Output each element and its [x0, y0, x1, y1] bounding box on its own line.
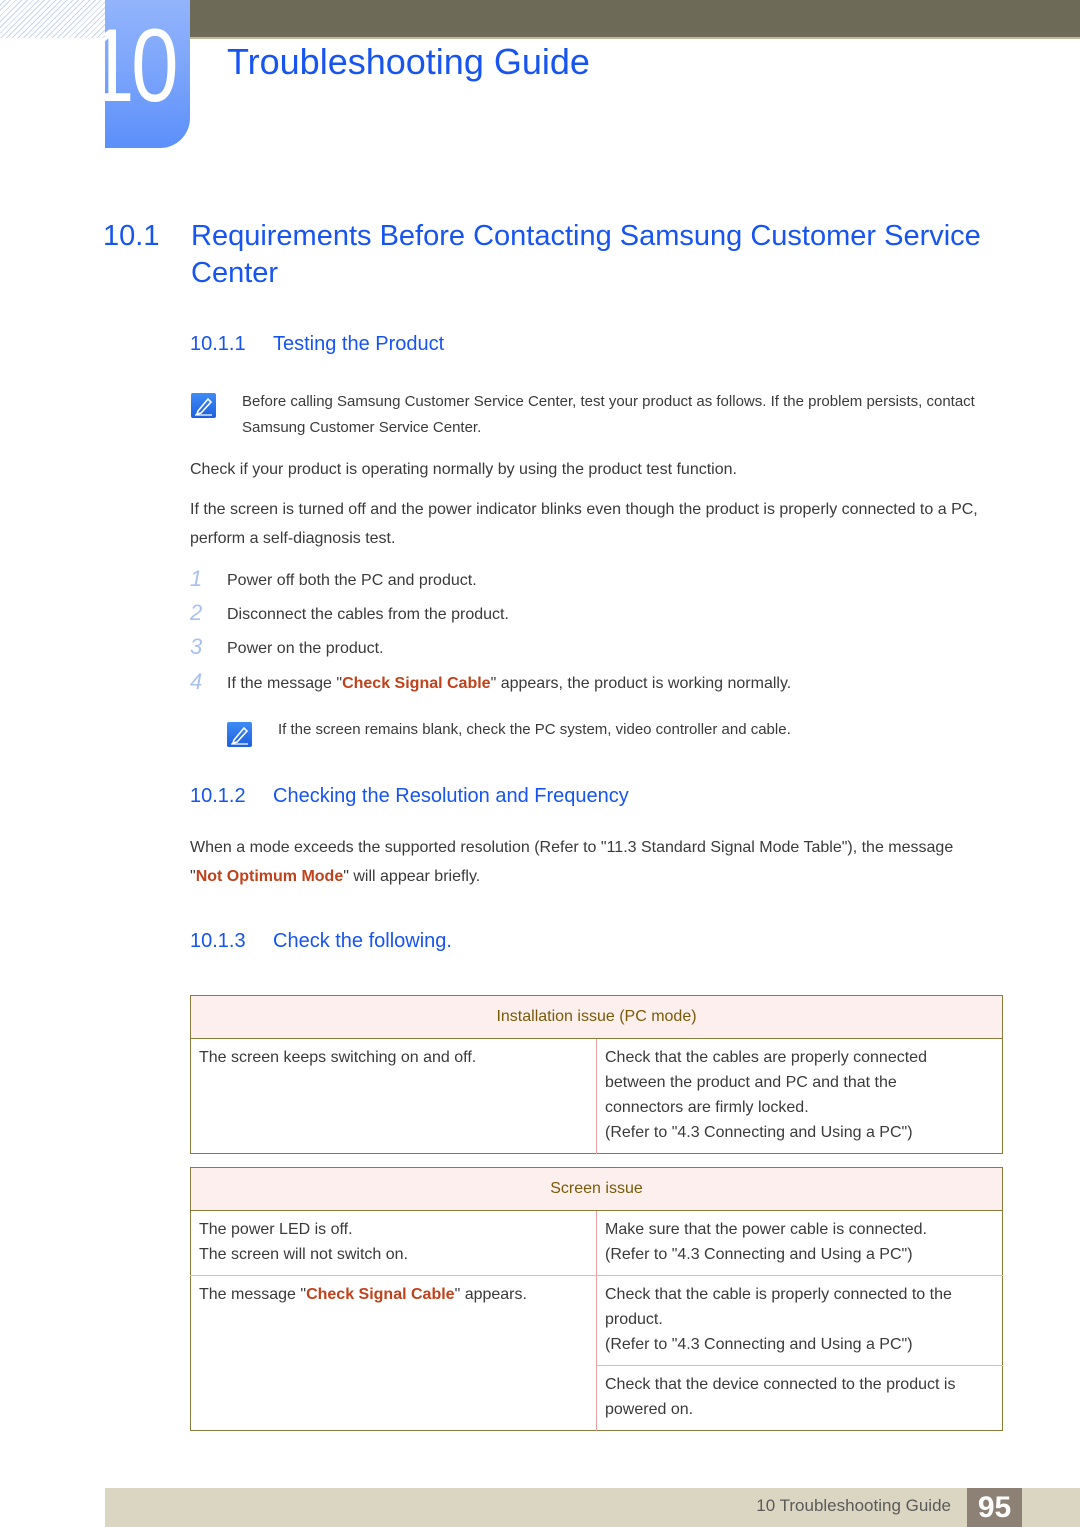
solution-cell: Check that the cable is properly connect… [596, 1275, 1003, 1366]
solution-line: Check that the cable is properly connect… [605, 1286, 952, 1303]
footer-chapter-label: 10 Troubleshooting Guide [756, 1496, 951, 1515]
subsection-heading-testing: 10.1.1 Testing the Product [190, 333, 444, 356]
paragraph-test-function: Check if your product is operating norma… [190, 461, 737, 478]
note-pencil-icon [191, 393, 216, 418]
section-number: 10.1 [103, 220, 160, 252]
step-number: 1 [190, 566, 203, 591]
problem-cell: The message "Check Signal Cable" appears… [190, 1275, 597, 1431]
chapter-number: 10 [105, 8, 179, 124]
solution-line: powered on. [605, 1401, 694, 1418]
subsection-number: 10.1.3 [190, 930, 246, 952]
solution-cell: Check that the cables are properly conne… [597, 1039, 1003, 1154]
chapter-title: Troubleshooting Guide [227, 41, 590, 82]
step-text-post: " appears, the product is working normal… [490, 675, 792, 692]
step-text: If the message "Check Signal Cable" appe… [227, 675, 791, 693]
problem-text-post: " appears. [454, 1286, 527, 1303]
chapter-number-block: 10 [105, 0, 190, 148]
paragraph-text-post: " will appear briefly. [343, 868, 481, 885]
table-header: Screen issue [190, 1167, 1003, 1211]
paragraph-resolution: When a mode exceeds the supported resolu… [190, 833, 980, 891]
step-text: Power off both the PC and product. [227, 572, 477, 589]
problem-text-pre: The message " [199, 1286, 307, 1303]
note-pencil-icon [227, 722, 252, 747]
solution-line: (Refer to "4.3 Connecting and Using a PC… [605, 1246, 913, 1263]
page-number: 95 [967, 1488, 1022, 1527]
table-header: Installation issue (PC mode) [190, 995, 1003, 1039]
solution-line: between the product and PC and that the [605, 1074, 897, 1091]
section-title: Requirements Before Contacting Samsung C… [191, 220, 981, 289]
problem-line: The power LED is off. [199, 1221, 353, 1238]
problem-cell: The screen keeps switching on and off. [190, 1038, 597, 1154]
highlight-check-signal-cable: Check Signal Cable [306, 1286, 455, 1303]
subsection-number: 10.1.2 [190, 785, 246, 807]
step-number: 3 [190, 634, 203, 659]
solution-line: Make sure that the power cable is connec… [605, 1221, 927, 1238]
section-heading: 10.1 Requirements Before Contacting Sams… [103, 218, 1003, 292]
paragraph-self-diagnosis: If the screen is turned off and the powe… [190, 501, 978, 547]
step-text: Disconnect the cables from the product. [227, 606, 509, 623]
installation-issue-table: Installation issue (PC mode) The screen … [190, 995, 1003, 1154]
table-row: The power LED is off. The screen will no… [190, 1210, 1003, 1276]
solution-line: product. [605, 1311, 663, 1328]
subsection-heading-check-following: 10.1.3 Check the following. [190, 930, 452, 953]
table-row: The message "Check Signal Cable" appears… [190, 1275, 1003, 1431]
problem-cell: The power LED is off. The screen will no… [190, 1210, 597, 1276]
solution-cell: Make sure that the power cable is connec… [596, 1210, 1003, 1276]
subsection-heading-resolution: 10.1.2 Checking the Resolution and Freque… [190, 785, 629, 808]
step-number: 4 [190, 669, 203, 694]
step-note-text: If the screen remains blank, check the P… [278, 721, 791, 738]
step-text: Power on the product. [227, 640, 384, 657]
subsection-number: 10.1.1 [190, 333, 246, 355]
solution-line: (Refer to "4.3 Connecting and Using a PC… [605, 1124, 913, 1141]
note-text: Before calling Samsung Customer Service … [242, 393, 975, 436]
solution-line: connectors are firmly locked. [605, 1099, 809, 1116]
step-number: 2 [190, 600, 203, 625]
solution-line: (Refer to "4.3 Connecting and Using a PC… [605, 1336, 913, 1353]
screen-issue-table: Screen issue The power LED is off. The s… [190, 1167, 1003, 1431]
problem-line: The screen will not switch on. [199, 1246, 408, 1263]
subsection-title: Testing the Product [273, 333, 445, 355]
step-text-pre: If the message " [227, 675, 343, 692]
highlight-check-signal-cable: Check Signal Cable [342, 675, 491, 692]
table-row: The screen keeps switching on and off. C… [190, 1038, 1003, 1154]
highlight-not-optimum-mode: Not Optimum Mode [195, 868, 344, 885]
solution-cell: Check that the device connected to the p… [597, 1366, 1003, 1431]
page-footer: 10 Troubleshooting Guide 95 [105, 1488, 1080, 1527]
decorative-hatch [0, 0, 105, 38]
header-bar [190, 0, 1080, 39]
solution-line: Check that the cables are properly conne… [605, 1049, 927, 1066]
solution-line: Check that the device connected to the p… [605, 1376, 956, 1393]
subsection-title: Check the following. [273, 930, 452, 952]
subsection-title: Checking the Resolution and Frequency [273, 785, 629, 807]
